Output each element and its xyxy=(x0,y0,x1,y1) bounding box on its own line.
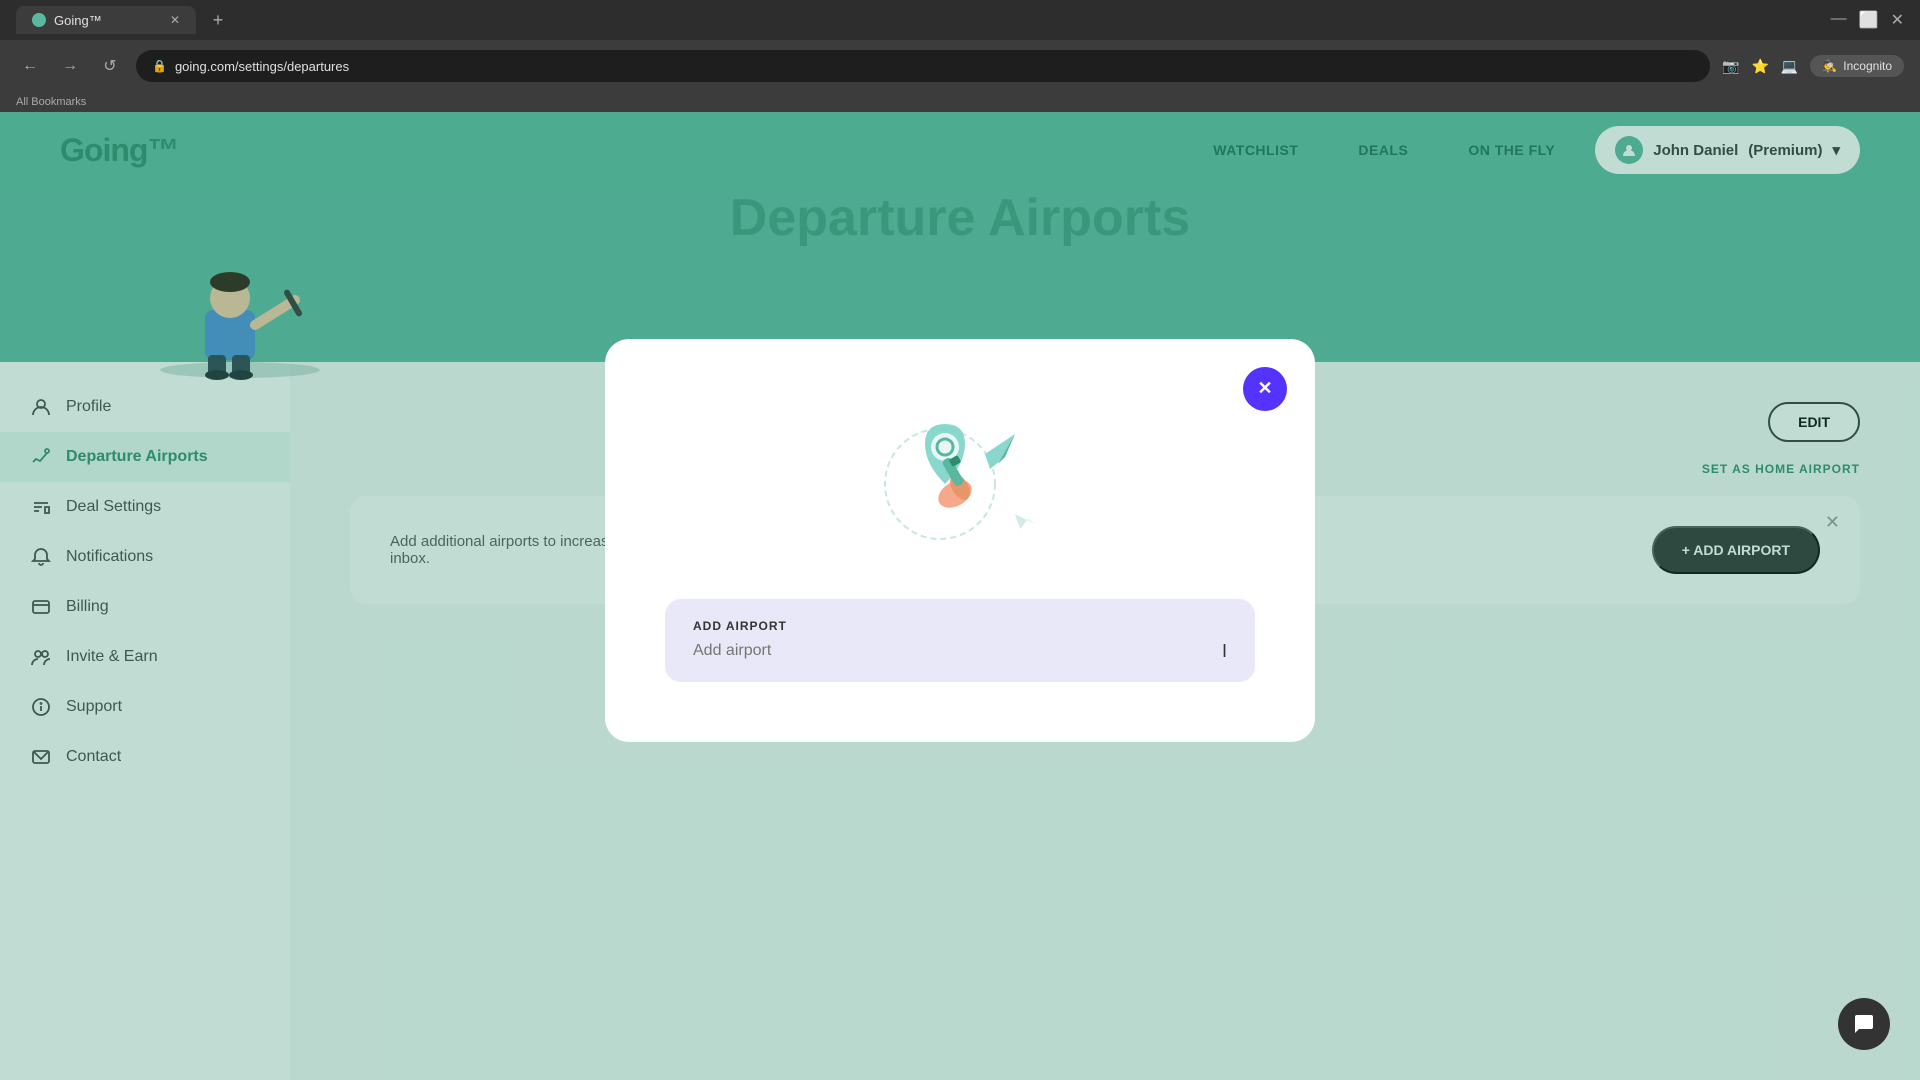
toolbar-actions: 📷 ⭐ 💻 🕵 Incognito xyxy=(1722,55,1904,77)
incognito-label: Incognito xyxy=(1843,59,1892,73)
incognito-icon: 🕵 xyxy=(1822,59,1837,73)
modal-overlay: ✕ ADD AIRPORT xyxy=(0,0,1920,1080)
lock-icon: 🔒 xyxy=(152,59,167,73)
airport-input-group[interactable]: ADD AIRPORT I xyxy=(665,599,1255,682)
chat-button[interactable] xyxy=(1838,998,1890,1050)
tab-favicon xyxy=(32,13,46,27)
camera-off-icon: 📷 xyxy=(1722,58,1739,75)
add-airport-modal: ✕ ADD AIRPORT xyxy=(605,339,1315,742)
maximize-button[interactable]: ⬜ xyxy=(1859,10,1879,30)
tab-title: Going™ xyxy=(54,13,102,28)
bookmarks-bar: All Bookmarks xyxy=(0,92,1920,112)
device-icon: 💻 xyxy=(1781,58,1798,75)
forward-button[interactable]: → xyxy=(56,52,84,80)
browser-titlebar: Going™ ✕ + — ⬜ ✕ xyxy=(0,0,1920,40)
minimize-button[interactable]: — xyxy=(1831,10,1847,30)
browser-chrome: Going™ ✕ + — ⬜ ✕ ← → ↺ 🔒 going.com/setti… xyxy=(0,0,1920,112)
new-tab-button[interactable]: + xyxy=(204,6,232,34)
close-window-button[interactable]: ✕ xyxy=(1891,10,1904,30)
browser-toolbar: ← → ↺ 🔒 going.com/settings/departures 📷 … xyxy=(0,40,1920,92)
airport-search-input[interactable] xyxy=(693,642,1218,660)
back-button[interactable]: ← xyxy=(16,52,44,80)
modal-close-button[interactable]: ✕ xyxy=(1243,367,1287,411)
address-bar[interactable]: 🔒 going.com/settings/departures xyxy=(136,50,1710,82)
url-text: going.com/settings/departures xyxy=(175,59,349,74)
bookmark-icon[interactable]: ⭐ xyxy=(1751,58,1768,75)
browser-tab[interactable]: Going™ ✕ xyxy=(16,6,196,34)
text-cursor: I xyxy=(1222,641,1227,662)
incognito-indicator: 🕵 Incognito xyxy=(1810,55,1904,77)
window-controls: — ⬜ ✕ xyxy=(1831,10,1904,30)
modal-illustration xyxy=(860,399,1060,559)
refresh-button[interactable]: ↺ xyxy=(96,52,124,80)
airport-input-label: ADD AIRPORT xyxy=(693,619,1227,633)
tab-close-button[interactable]: ✕ xyxy=(170,13,180,27)
bookmarks-label: All Bookmarks xyxy=(16,96,86,108)
